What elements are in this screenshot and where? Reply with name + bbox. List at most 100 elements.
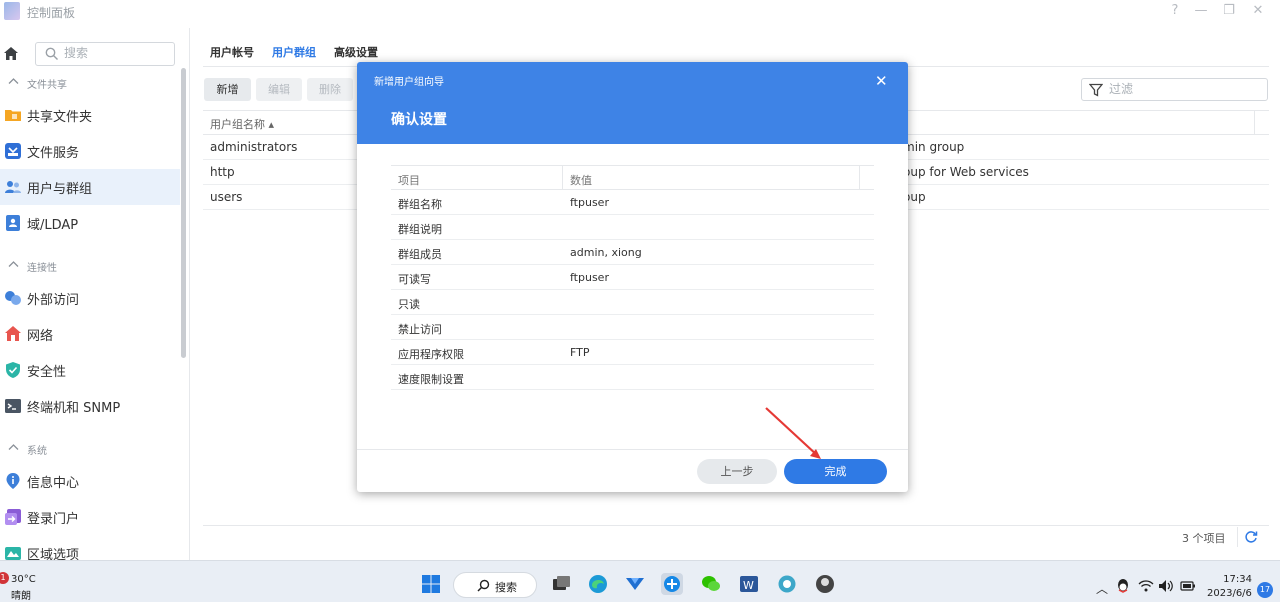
section-label: 连接性 xyxy=(27,263,57,274)
chevron-up-icon xyxy=(8,78,19,84)
section-connectivity[interactable]: 连接性 xyxy=(0,254,180,278)
setting-value: FTP xyxy=(570,346,590,359)
sidebar-item-network[interactable]: 网络 xyxy=(0,316,180,352)
confirm-row: 禁止访问 xyxy=(391,315,874,340)
tab-user-accounts[interactable]: 用户帐号 xyxy=(210,44,254,60)
sidebar-item-shared-folder[interactable]: 共享文件夹 xyxy=(0,97,180,133)
qq-icon[interactable] xyxy=(1116,578,1130,594)
home-button[interactable] xyxy=(0,40,22,66)
search-icon xyxy=(477,579,490,592)
external-access-icon xyxy=(5,291,21,305)
taskbar-search[interactable]: 搜索 xyxy=(453,572,537,598)
word-icon[interactable]: W xyxy=(738,573,760,595)
app-avatar-icon[interactable] xyxy=(814,573,836,595)
sidebar-scrollbar[interactable] xyxy=(181,68,186,358)
file-services-icon xyxy=(5,143,21,159)
footer-divider xyxy=(203,525,1269,526)
section-label: 系统 xyxy=(27,446,47,457)
home-icon xyxy=(4,46,18,60)
setting-item: 应用程序权限 xyxy=(398,348,464,361)
weather-temperature[interactable]: 30°C xyxy=(11,574,36,585)
setting-item: 速度限制设置 xyxy=(398,373,464,386)
edit-button[interactable]: 编辑 xyxy=(256,78,302,101)
add-button[interactable]: 新增 xyxy=(204,78,251,101)
confirm-row: 速度限制设置 xyxy=(391,365,874,390)
column-header-group-name[interactable]: 用户组名称 ▴ xyxy=(210,116,274,132)
section-label: 文件共享 xyxy=(27,80,67,91)
chevron-up-icon xyxy=(8,261,19,267)
confirm-row: 可读写 ftpuser xyxy=(391,265,874,290)
sidebar-item-users-groups[interactable]: 用户与群组 xyxy=(0,169,180,205)
group-name: administrators xyxy=(210,140,298,154)
shield-icon xyxy=(6,362,20,378)
login-portal-icon xyxy=(5,509,21,525)
confirm-table-header: 项目 数值 xyxy=(391,165,874,190)
window-title: 控制面板 xyxy=(27,6,76,20)
section-file-sharing[interactable]: 文件共享 xyxy=(0,71,180,95)
tab-user-groups[interactable]: 用户群组 xyxy=(272,44,316,60)
setting-item: 群组成员 xyxy=(398,248,442,261)
filter-box[interactable] xyxy=(1081,78,1268,101)
weather-condition[interactable]: 晴朗 xyxy=(11,587,31,602)
sidebar-item-external-access[interactable]: 外部访问 xyxy=(0,280,180,316)
sidebar-item-label: 网络 xyxy=(27,329,54,344)
battery-icon[interactable] xyxy=(1180,579,1196,593)
window-titlebar: 控制面板 ? — ❐ ✕ xyxy=(0,0,1280,28)
users-icon xyxy=(5,181,21,193)
column-header-value: 数值 xyxy=(570,174,592,187)
sidebar-item-label: 文件服务 xyxy=(27,146,80,161)
sidebar-item-login-portal[interactable]: 登录门户 xyxy=(0,499,180,535)
sidebar-item-label: 信息中心 xyxy=(27,476,80,491)
edge-dev-icon[interactable] xyxy=(661,573,683,595)
column-header-item: 项目 xyxy=(398,174,420,187)
sidebar-search[interactable] xyxy=(35,42,175,66)
sidebar-item-regional-options[interactable]: 区域选项 xyxy=(0,535,180,560)
refresh-icon[interactable] xyxy=(1244,530,1258,544)
delete-button[interactable]: 删除 xyxy=(307,78,353,101)
sidebar-item-info-center[interactable]: 信息中心 xyxy=(0,463,180,499)
sidebar-item-file-services[interactable]: 文件服务 xyxy=(0,133,180,169)
terminal-icon xyxy=(5,399,21,413)
sidebar-item-label: 外部访问 xyxy=(27,293,80,308)
weather-badge: 1 xyxy=(0,572,9,584)
feedback-hub-icon[interactable] xyxy=(776,573,798,595)
sidebar-item-label: 共享文件夹 xyxy=(27,110,93,125)
sidebar-item-label: 区域选项 xyxy=(27,548,80,560)
wifi-icon[interactable] xyxy=(1138,579,1154,592)
group-name: users xyxy=(210,190,243,204)
help-button[interactable]: ? xyxy=(1165,3,1185,21)
section-system[interactable]: 系统 xyxy=(0,437,180,461)
setting-value: admin, xiong xyxy=(570,246,642,259)
restore-button[interactable]: ❐ xyxy=(1219,3,1239,21)
app-icon[interactable] xyxy=(624,573,646,595)
edge-browser-icon[interactable] xyxy=(587,573,609,595)
close-window-button[interactable]: ✕ xyxy=(1248,3,1268,21)
taskbar: 1 30°C 晴朗 搜索 W ︿ 17:34 2023/6/6 17 xyxy=(0,560,1280,602)
volume-icon[interactable] xyxy=(1158,579,1174,593)
filter-input[interactable] xyxy=(1109,82,1259,96)
sidebar-item-label: 安全性 xyxy=(27,365,67,380)
wechat-icon[interactable] xyxy=(700,573,722,595)
setting-item: 可读写 xyxy=(398,273,431,286)
dialog-subtitle: 新增用户组向导 xyxy=(374,77,444,88)
windows-start-icon[interactable] xyxy=(420,573,442,595)
sidebar-item-domain-ldap[interactable]: 域/LDAP xyxy=(0,205,180,241)
tray-expand-icon[interactable]: ︿ xyxy=(1096,580,1108,597)
domain-icon xyxy=(6,215,20,231)
clock-date[interactable]: 2023/6/6 xyxy=(1207,588,1252,599)
setting-value: ftpuser xyxy=(570,271,609,284)
group-description: min group xyxy=(903,140,965,154)
sidebar-item-terminal-snmp[interactable]: 终端机和 SNMP xyxy=(0,388,180,424)
tab-advanced-settings[interactable]: 高级设置 xyxy=(334,44,378,60)
network-home-icon xyxy=(5,326,21,341)
sidebar-item-security[interactable]: 安全性 xyxy=(0,352,180,388)
notification-badge[interactable]: 17 xyxy=(1257,582,1273,598)
confirm-row: 应用程序权限 FTP xyxy=(391,340,874,365)
minimize-button[interactable]: — xyxy=(1191,3,1211,21)
clock-time[interactable]: 17:34 xyxy=(1222,574,1252,585)
task-view-icon[interactable] xyxy=(550,573,572,595)
filter-icon xyxy=(1089,83,1103,97)
sidebar-item-label: 用户与群组 xyxy=(27,182,93,197)
close-icon[interactable]: ✕ xyxy=(875,72,888,90)
sidebar-search-input[interactable] xyxy=(64,46,169,60)
